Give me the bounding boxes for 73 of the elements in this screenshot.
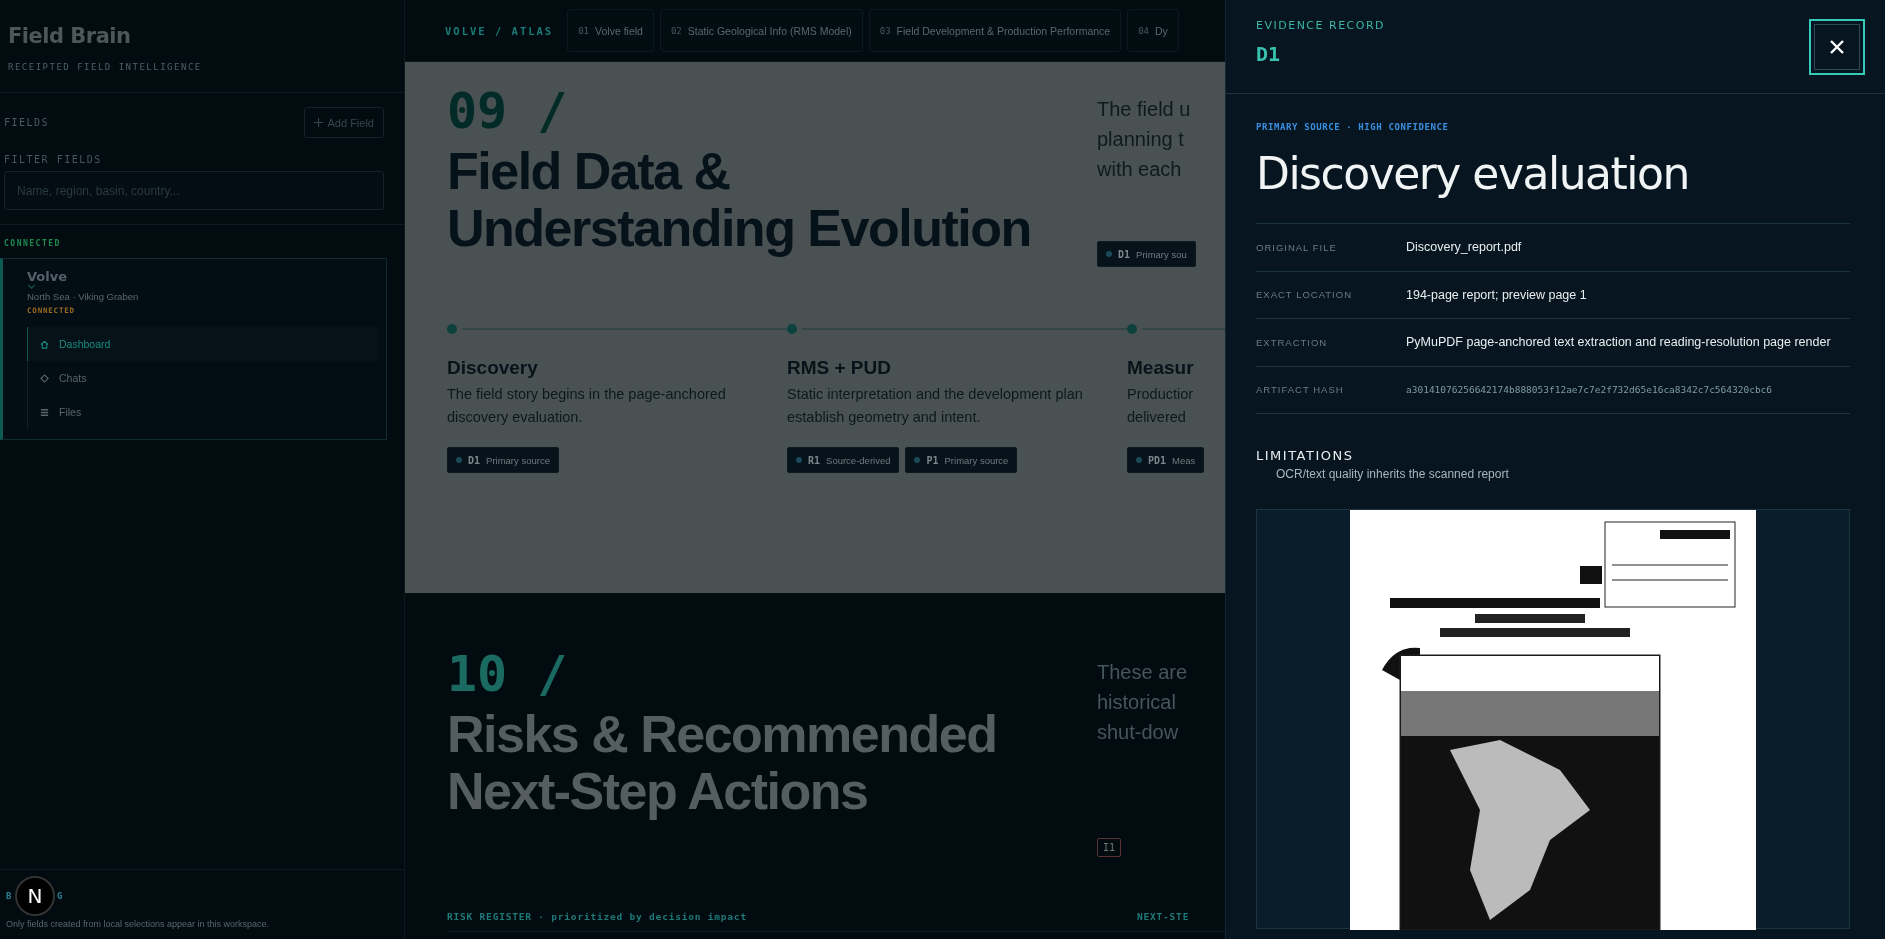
footer-note: Only fields created from local selections appear in this workspace. xyxy=(6,919,271,929)
section-title: Field Data & Understanding Evolution xyxy=(447,143,1032,258)
badge-code: P1 xyxy=(926,454,939,466)
evidence-title: Discovery evaluation xyxy=(1256,148,1690,199)
status-dot xyxy=(1136,457,1142,464)
nav-item[interactable]: Files xyxy=(27,395,378,429)
field-label: EXACT LOCATION xyxy=(1256,289,1353,301)
status-dot xyxy=(1106,251,1112,257)
evidence-badge[interactable]: PD1 Meas xyxy=(1127,447,1205,474)
limitation-text: OCR/text quality inherits the scanned report xyxy=(1276,467,1510,481)
badge-label: Primary sou xyxy=(1136,248,1187,260)
evidence-tags: PRIMARY SOURCE · HIGH CONFIDENCE xyxy=(1256,122,1850,132)
dev-tools-button[interactable]: N xyxy=(14,876,55,916)
footer-label: G xyxy=(56,891,64,901)
app-title: Field Brain xyxy=(7,23,132,48)
milestone-text: Productior delivered xyxy=(1127,385,1195,428)
close-button[interactable] xyxy=(1809,19,1865,75)
section-tab[interactable]: 02 Static Geological Info (RMS Model) xyxy=(659,9,863,52)
field-label: ARTIFACT HASH xyxy=(1256,384,1345,396)
section-number: 09 / xyxy=(447,84,569,139)
group-label: CONNECTED xyxy=(4,239,62,248)
footer-label: B xyxy=(6,891,13,901)
section-tab[interactable]: 01 Volve field xyxy=(567,9,654,52)
plus-icon xyxy=(313,118,323,127)
nav-item[interactable]: Dashboard xyxy=(27,327,378,361)
status-dot xyxy=(456,457,462,464)
evidence-badge[interactable]: P1 Primary source xyxy=(905,447,1018,474)
field-value: Discovery_report.pdf xyxy=(1406,240,1523,255)
drawer-eyebrow: EVIDENCE RECORD xyxy=(1256,19,1386,32)
section-summary: These are historical shut-dow xyxy=(1097,660,1189,745)
breadcrumb: VOLVE / ATLAS xyxy=(445,24,554,37)
field-value: 194-page report; preview page 1 xyxy=(1406,287,1588,302)
field-value: a30141076256642174b888053f12ae7c7e2f732d65e16ca8342c7c564320cbc6 xyxy=(1406,384,1774,396)
register-label: RISK REGISTER · prioritized by decision impact xyxy=(447,911,1137,932)
badge-label: Source-derived xyxy=(826,454,891,466)
badge-label: Primary source xyxy=(944,454,1009,466)
filter-label: FILTER FIELDS xyxy=(4,154,103,165)
field-region: North Sea · Viking Graben xyxy=(27,291,140,302)
nav-item[interactable]: Chats xyxy=(27,361,378,395)
badge-code: PD1 xyxy=(1148,454,1167,466)
badge-label: Primary source xyxy=(486,454,550,466)
milestone-text: The field story begins in the page-anchored discovery evaluation. xyxy=(447,385,727,428)
close-icon xyxy=(1830,40,1844,54)
milestone-title: Measur xyxy=(1127,357,1195,379)
section-number: 10 / xyxy=(447,647,569,702)
badge-code: D1 xyxy=(1118,248,1131,260)
field-name: Volve xyxy=(27,269,69,284)
issue-badge[interactable]: I1 xyxy=(1097,838,1122,857)
status-dot xyxy=(914,457,921,464)
evidence-badge[interactable]: D1 Primary source xyxy=(447,447,559,474)
field-value: PyMuPDF page-anchored text extraction and reading-resolution page render xyxy=(1406,335,1832,350)
section-title: Risks & Recommended Next-Step Actions xyxy=(447,706,998,821)
status-dot xyxy=(796,457,802,464)
field-label: ORIGINAL FILE xyxy=(1256,241,1338,253)
field-label: EXTRACTION xyxy=(1256,336,1329,348)
section-tab[interactable]: 03 Field Development & Production Performance xyxy=(868,9,1122,52)
section-label: FIELDS xyxy=(4,117,50,128)
badge-code: D1 xyxy=(468,454,481,466)
badge-code: R1 xyxy=(808,454,821,466)
evidence-badge[interactable]: R1 Source-derived xyxy=(787,447,900,474)
home-icon xyxy=(40,339,49,349)
badge-label: Meas xyxy=(1172,454,1196,466)
limitations-heading: LIMITATIONS xyxy=(1256,448,1355,463)
app-tagline: RECEIPTED FIELD INTELLIGENCE xyxy=(7,61,203,74)
list-icon xyxy=(40,407,49,417)
diamond-icon xyxy=(40,373,49,383)
evidence-badge[interactable]: D1 Primary sou xyxy=(1097,241,1196,267)
evidence-code: D1 xyxy=(1256,42,1282,66)
section-tab[interactable]: 04 Dy xyxy=(1127,9,1179,52)
section-summary: The field u planning t with each xyxy=(1097,97,1192,182)
milestone-text: Static interpretation and the development plan establish geometry and intent. xyxy=(787,385,1084,428)
milestone-title: Discovery xyxy=(447,357,539,379)
milestone-title: RMS + PUD xyxy=(787,357,892,379)
